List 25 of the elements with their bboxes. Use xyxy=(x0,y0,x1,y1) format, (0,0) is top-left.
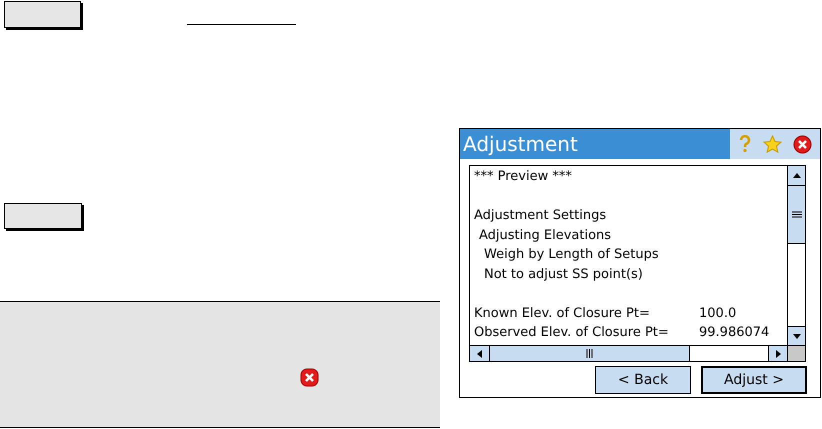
grip-icon[interactable] xyxy=(586,349,593,358)
reading-value: 99.986074 xyxy=(699,324,770,342)
vertical-scrollbar[interactable] xyxy=(787,166,805,346)
preview-line: Weigh by Length of Setups xyxy=(484,246,659,264)
reading-label: Known Elev. of Closure Pt= xyxy=(474,304,651,322)
blank-button[interactable] xyxy=(4,203,82,229)
down-arrow-icon[interactable] xyxy=(792,334,800,339)
preview-line: Adjustment Settings xyxy=(474,207,606,225)
up-arrow-icon[interactable] xyxy=(792,173,800,178)
horizontal-scrollbar[interactable] xyxy=(470,345,788,361)
window-title: Adjustment xyxy=(462,134,579,154)
adjust-button[interactable]: Adjust > xyxy=(701,366,807,394)
reading-value: 100.0 xyxy=(699,304,736,322)
star-icon[interactable] xyxy=(763,135,782,153)
right-arrow-icon[interactable] xyxy=(776,350,781,358)
left-arrow-icon[interactable] xyxy=(477,350,482,358)
close-icon[interactable] xyxy=(300,368,319,387)
grip-icon[interactable] xyxy=(792,211,802,218)
preview-line: Not to adjust SS point(s) xyxy=(484,266,643,284)
preview-line: *** Preview *** xyxy=(474,168,572,186)
back-button[interactable]: < Back xyxy=(595,366,691,394)
close-icon[interactable] xyxy=(793,134,812,154)
blank-button[interactable] xyxy=(4,1,81,28)
preview-line: Adjusting Elevations xyxy=(479,226,612,244)
reading-label: Observed Elev. of Closure Pt= xyxy=(474,324,670,342)
